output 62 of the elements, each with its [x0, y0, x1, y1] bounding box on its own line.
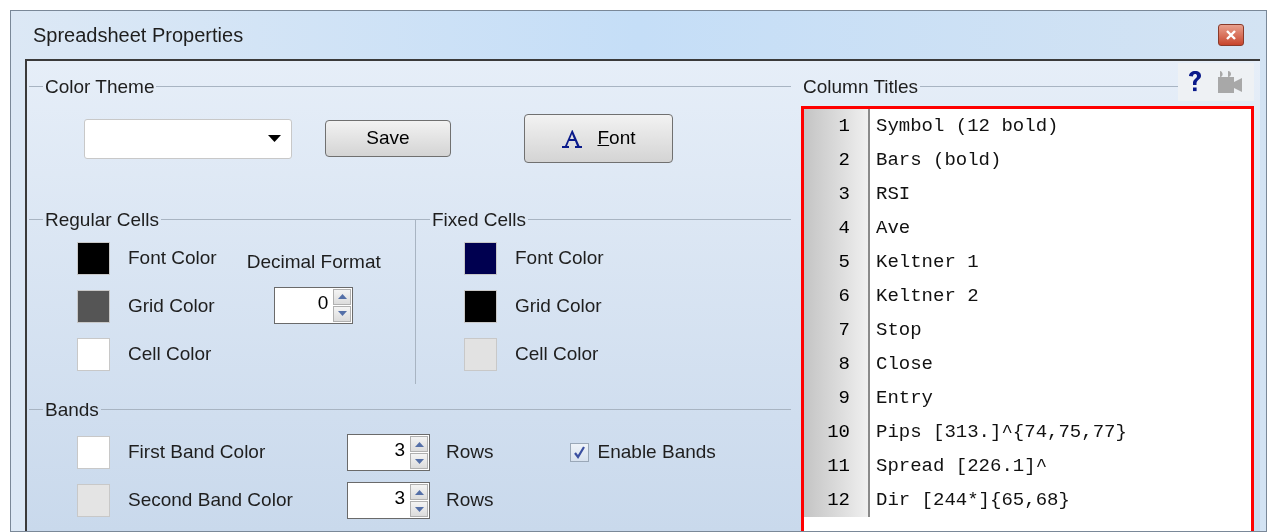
color-label: Second Band Color [128, 488, 294, 513]
font-icon [561, 129, 584, 148]
number-spinner[interactable]: 3 [347, 434, 430, 471]
color-swatch[interactable] [77, 436, 110, 469]
line-number: 10 [804, 415, 870, 449]
group-label: Fixed Cells [431, 209, 527, 229]
number-spinner[interactable]: 0 [274, 286, 354, 324]
field-label: Decimal Format [246, 250, 381, 274]
color-swatch[interactable] [77, 242, 110, 275]
line-number: 12 [804, 483, 870, 517]
line-number: 4 [804, 211, 870, 245]
unit-label: Rows [446, 488, 494, 513]
code-line: Keltner 1 [875, 250, 979, 275]
line-number: 9 [804, 381, 870, 415]
color-swatch[interactable] [77, 338, 110, 371]
checkbox-label: Enable Bands [597, 440, 716, 465]
code-line: RSI [875, 182, 911, 207]
number-spinner[interactable]: 3 [347, 482, 430, 519]
line-number: 8 [804, 347, 870, 381]
enable-bands-checkbox[interactable] [569, 443, 589, 462]
unit-label: Rows [446, 440, 494, 465]
code-line: Stop [875, 318, 922, 343]
line-number: 11 [804, 449, 870, 483]
color-label: Grid Color [128, 294, 215, 319]
dropdown-arrow-icon [268, 135, 281, 142]
group-label: Regular Cells [44, 209, 161, 229]
code-line: Pips [313.]^{74,75,77} [875, 420, 1127, 445]
close-icon [1226, 30, 1236, 40]
code-line: Keltner 2 [875, 284, 979, 309]
line-number: 3 [804, 177, 870, 211]
line-number: 7 [804, 313, 870, 347]
code-line: Bars (bold) [875, 148, 1002, 173]
line-number: 5 [804, 245, 870, 279]
color-label: Font Color [128, 246, 217, 271]
font-button[interactable]: Font [524, 114, 673, 163]
code-line: Spread [226.1]^ [875, 454, 1048, 479]
color-swatch[interactable] [464, 290, 497, 323]
color-swatch[interactable] [77, 484, 110, 517]
code-line: Symbol (12 bold) [875, 114, 1059, 139]
code-line: Ave [875, 216, 911, 241]
line-number: 1 [804, 109, 870, 143]
help-icon[interactable] [1188, 71, 1202, 93]
group-label: Color Theme [44, 76, 156, 96]
window-title: Spreadsheet Properties [33, 23, 244, 48]
group-label: Bands [44, 399, 100, 419]
line-number: 6 [804, 279, 870, 313]
save-button[interactable]: Save [325, 120, 451, 157]
color-swatch[interactable] [464, 338, 497, 371]
color-label: Cell Color [515, 342, 599, 367]
color-label: Cell Color [128, 342, 212, 367]
code-line: Close [875, 352, 933, 377]
color-swatch[interactable] [77, 290, 110, 323]
color-label: Grid Color [515, 294, 602, 319]
group-label: Column Titles [802, 76, 920, 96]
line-number: 2 [804, 143, 870, 177]
color-swatch[interactable] [464, 242, 497, 275]
column-titles-editor[interactable]: 1 Symbol (12 bold) 2 Bars (bold) 3 RSI 4 Ave 5 Keltner 1 6 Keltner 2 7 Stop 8 Close 9 Entry 10 Pips [313.]^{74,75,77} 11 Spread [226.1]^ 12 Dir [244*]{65,68} [801, 106, 1254, 531]
color-label: Font Color [515, 246, 604, 271]
color-label: First Band Color [128, 440, 267, 465]
code-line: Entry [875, 386, 933, 411]
close-button[interactable] [1218, 24, 1244, 46]
code-line: Dir [244*]{65,68} [875, 488, 1070, 513]
